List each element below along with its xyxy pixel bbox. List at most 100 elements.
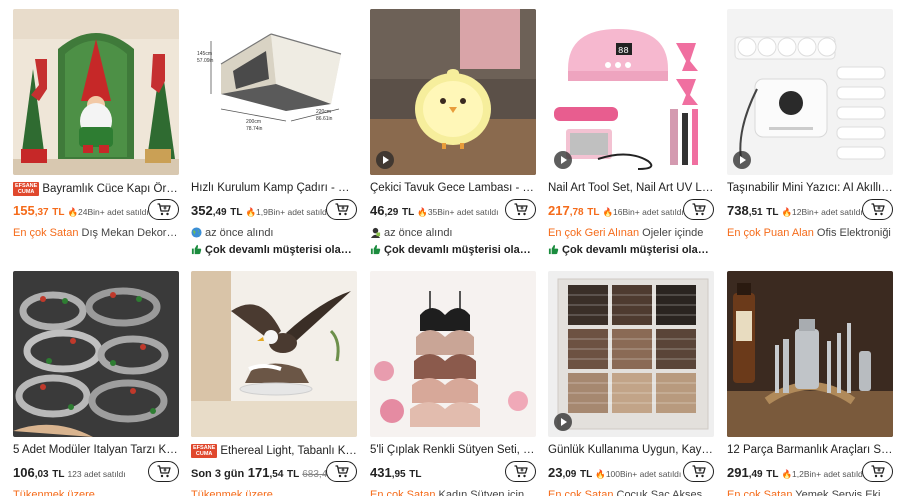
flame-icon: 🔥 [417, 207, 428, 217]
product-card[interactable]: Taşınabilir Mini Yazıcı: AI Akıllı Etike… [727, 9, 893, 239]
add-to-cart-button[interactable] [326, 199, 357, 220]
flame-icon: 🔥 [67, 207, 79, 217]
globe-icon [191, 227, 202, 238]
efsane-cuma-badge: EFSANE CUMA [13, 182, 40, 196]
price-integer: 155 [13, 203, 35, 218]
price-integer: 291 [727, 465, 749, 480]
product-title[interactable]: Günlük Kullanıma Uygun, Kaymaz Saç [548, 444, 714, 456]
price-row: 106,03 TL 123 adet satıldı [13, 461, 179, 483]
product-image[interactable] [13, 9, 179, 175]
sold-count: 🔥12Bin+ adet satıldı [781, 207, 863, 217]
supplier-badge: Çok devamlı müşterisi olan tedarikçi [191, 244, 357, 256]
cart-icon [514, 203, 528, 216]
add-to-cart-button[interactable] [505, 199, 536, 220]
add-to-cart-button[interactable] [148, 461, 179, 482]
verified-supplier-icon [191, 244, 202, 255]
product-image[interactable] [191, 271, 357, 437]
product-image[interactable] [727, 271, 893, 437]
category-link[interactable]: Çocuk Saç Aksesuarı [617, 489, 715, 496]
product-card[interactable]: Günlük Kullanıma Uygun, Kaymaz Saç 23,09… [548, 271, 714, 496]
category-link[interactable]: Ojeler içinde [642, 227, 703, 239]
product-card[interactable]: 88 Nail Art Tool Set, Nail Art UV Lamp 2… [548, 9, 714, 256]
product-title[interactable]: Taşınabilir Mini Yazıcı: AI Akıllı Etike… [727, 182, 893, 194]
product-image[interactable] [13, 271, 179, 437]
category-link[interactable]: Ofis Elektroniği [817, 227, 891, 239]
product-image[interactable] [370, 271, 536, 437]
product-image[interactable] [548, 271, 714, 437]
product-card[interactable]: 5 Adet Modüler İtalyan Tarzı Kolye 106,0… [13, 271, 179, 496]
product-tag-line: En çok Satan Kadın Sütyen içinde [370, 489, 536, 496]
currency: TL [766, 207, 779, 218]
add-to-cart-button[interactable] [862, 461, 893, 482]
product-title[interactable]: 12 Parça Barmanlık Araçları Seti [727, 444, 893, 456]
add-to-cart-button[interactable] [505, 461, 536, 482]
add-to-cart-button[interactable] [326, 461, 357, 482]
category-link[interactable]: Yemek Servis Ekipmanı [795, 489, 893, 496]
gnome-door-image [13, 9, 179, 175]
play-video-icon[interactable] [376, 151, 394, 169]
price-decimal: ,09 [562, 469, 577, 480]
product-title[interactable]: EFSANE CUMA Ethereal Light, Tabanlı Kartal [191, 444, 357, 458]
chick-lamp-image [370, 9, 536, 175]
product-card[interactable]: EFSANE CUMA Ethereal Light, Tabanlı Kartal… [191, 271, 357, 496]
hair-ties-image [548, 271, 714, 437]
sold-count: 🔥1,9Bin+ adet satıldı [245, 207, 330, 217]
product-card[interactable]: 12 Parça Barmanlık Araçları Seti 291,49 … [727, 271, 893, 496]
product-card[interactable]: 145cm 57.09in 200cm 78.74in 220cm 86.61i… [191, 9, 357, 256]
product-card[interactable]: 5'li Çıplak Renkli Sütyen Seti, Soluk 43… [370, 271, 536, 496]
ranking-label: Tükenmek üzere [13, 489, 95, 496]
sold-count: 🔥100Bin+ adet satıldı [595, 469, 682, 479]
price-decimal: ,54 [269, 469, 284, 480]
price-row: 431,95 TL [370, 461, 536, 483]
price-decimal: ,37 [34, 207, 49, 218]
product-tag-line: az önce alındı [191, 227, 357, 239]
sold-count: 123 adet satıldı [67, 469, 126, 479]
price-decimal: ,29 [384, 207, 399, 218]
product-title[interactable]: Nail Art Tool Set, Nail Art UV Lamp [548, 182, 714, 194]
currency: TL [766, 469, 779, 480]
product-title[interactable]: EFSANE CUMA Bayramlık Cüce Kapı Örtüsü [13, 182, 179, 196]
add-to-cart-button[interactable] [683, 199, 714, 220]
add-to-cart-button[interactable] [862, 199, 893, 220]
product-tag-line: Tükenmek üzere [13, 489, 179, 496]
play-video-icon[interactable] [733, 151, 751, 169]
verified-supplier-icon [370, 244, 381, 255]
add-to-cart-button[interactable] [148, 199, 179, 220]
currency: TL [402, 207, 415, 218]
product-title[interactable]: Çekici Tavuk Gece Lambası - Yumuşak [370, 182, 536, 194]
add-to-cart-button[interactable] [683, 461, 714, 482]
verified-supplier-icon [548, 244, 559, 255]
play-video-icon[interactable] [554, 151, 572, 169]
currency: TL [587, 207, 600, 218]
product-title[interactable]: Hızlı Kurulum Kamp Çadırı - Su Geçirmez [191, 182, 357, 194]
product-title[interactable]: 5 Adet Modüler İtalyan Tarzı Kolye [13, 444, 179, 456]
price: 106,03 TL 123 adet satıldı [13, 465, 126, 480]
tent-dim-depth-in: 86.61in [316, 116, 333, 122]
currency: TL [287, 469, 300, 480]
cart-icon [335, 465, 349, 478]
product-image[interactable] [370, 9, 536, 175]
product-image[interactable] [727, 9, 893, 175]
shopper-icon [370, 227, 381, 238]
product-tag-line: En çok Geri Alınan Ojeler içinde [548, 227, 714, 239]
sold-count: 🔥1,2Bin+ adet satıldı [781, 469, 866, 479]
recent-purchase: az önce alındı [205, 227, 274, 239]
price-integer: 46 [370, 203, 385, 218]
product-title[interactable]: 5'li Çıplak Renkli Sütyen Seti, Soluk [370, 444, 536, 456]
flame-icon: 🔥 [595, 469, 606, 479]
ranking-label: En çok Satan [13, 227, 79, 239]
tent-dim-width: 200cm [246, 119, 261, 125]
price: 217,78 TL 🔥16Bin+ adet satıldı [548, 203, 684, 218]
cart-icon [335, 203, 349, 216]
price-integer: 23 [548, 465, 563, 480]
product-image[interactable]: 88 [548, 9, 714, 175]
category-link[interactable]: Dış Mekan Dekorasyonu [82, 227, 180, 239]
category-link[interactable]: Kadın Sütyen içinde [439, 489, 537, 496]
play-video-icon[interactable] [554, 413, 572, 431]
tent-dim-height: 145cm [197, 51, 212, 57]
product-card[interactable]: Çekici Tavuk Gece Lambası - Yumuşak 46,2… [370, 9, 536, 256]
product-image[interactable]: 145cm 57.09in 200cm 78.74in 220cm 86.61i… [191, 9, 357, 175]
price: 155,37 TL 🔥24Bin+ adet satıldı [13, 203, 149, 218]
supplier-badge: Çok devamlı müşterisi olan tedarikçi [370, 244, 536, 256]
product-card[interactable]: EFSANE CUMA Bayramlık Cüce Kapı Örtüsü 155… [13, 9, 179, 239]
